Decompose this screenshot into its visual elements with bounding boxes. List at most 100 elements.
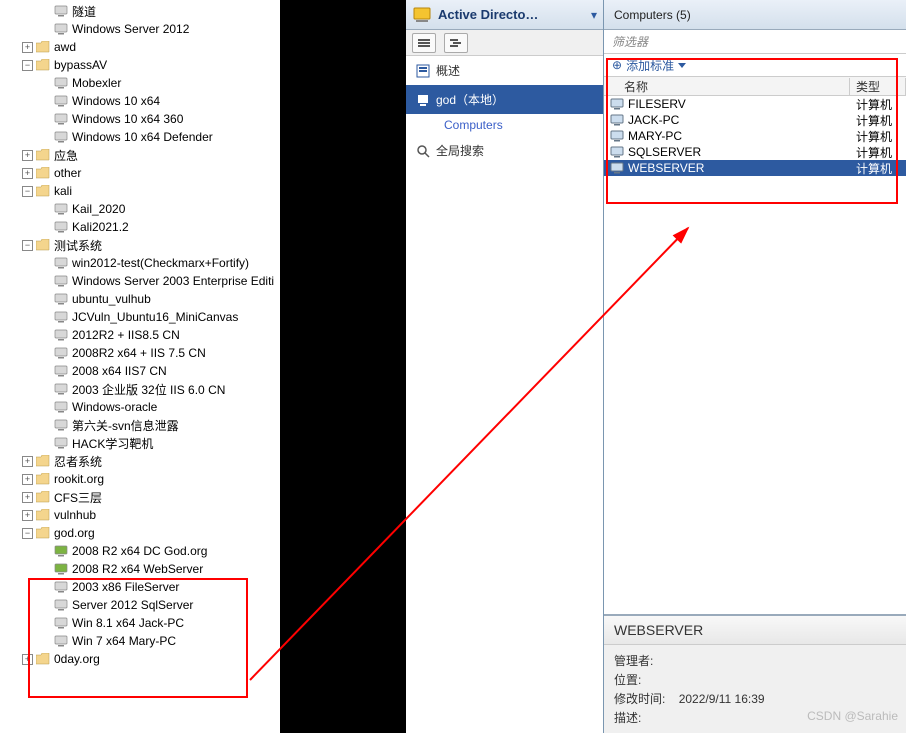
folder-icon [36,491,50,503]
row-name: FILESERV [628,97,686,111]
table-row[interactable]: WEBSERVER计算机 [604,160,906,176]
detail-manager-label: 管理者: [614,654,653,668]
tree-item[interactable]: −测试系统 [0,236,280,254]
row-type: 计算机 [850,96,906,113]
tree-item[interactable]: Windows Server 2003 Enterprise Editi [0,272,280,290]
tree-spacer [40,600,51,611]
table-row[interactable]: JACK-PC计算机 [604,112,906,128]
tree-item-label: 2003 x86 FileServer [72,580,179,594]
collapse-icon[interactable]: − [22,186,33,197]
tree-item[interactable]: Windows-oracle [0,398,280,416]
tree-item[interactable]: − kali [0,182,280,200]
tree-item-label: kali [54,184,72,198]
tree-item-label: ubuntu_vulhub [72,292,151,306]
tree-item-label: rookit.org [54,472,104,486]
tree-item[interactable]: −bypassAV [0,56,280,74]
row-name: WEBSERVER [628,161,704,175]
expand-icon[interactable]: + [22,150,33,161]
tree-view-icon[interactable] [444,33,468,53]
expand-icon[interactable]: + [22,168,33,179]
vm-icon [54,347,68,359]
expand-icon[interactable]: + [22,510,33,521]
nav-domain[interactable]: god（本地） [406,85,603,114]
folder-icon [36,167,50,179]
tree-item-label: Server 2012 SqlServer [72,598,193,612]
add-criteria-button[interactable]: ⊕ 添加标准 [604,54,906,76]
tree-spacer [40,384,51,395]
tree-item[interactable]: 2008R2 x64 + IIS 7.5 CN [0,344,280,362]
tree-item-label: Windows-oracle [72,400,157,414]
tree-item[interactable]: 2008 x64 IIS7 CN [0,362,280,380]
tree-item[interactable]: Mobexler [0,74,280,92]
vm-icon [54,599,68,611]
tree-item[interactable]: Kali2021.2 [0,218,280,236]
tree-item-label: 2012R2 + IIS8.5 CN [72,328,180,342]
vm-icon [54,131,68,143]
expand-icon[interactable]: + [22,456,33,467]
ad-nav-toolbar [406,30,603,56]
nav-global-search[interactable]: 全局搜索 [406,136,603,165]
ad-nav-header: Active Directo… ▾ [406,0,603,30]
tree-item[interactable]: −god.org [0,524,280,542]
tree-item[interactable]: +other [0,164,280,182]
vm-icon [54,419,68,431]
tree-item-label: 隧道 [72,3,96,20]
tree-item[interactable]: JCVuln_Ubuntu16_MiniCanvas [0,308,280,326]
tree-item[interactable]: +应急 [0,146,280,164]
tree-item[interactable]: HACK学习靶机 [0,434,280,452]
tree-item[interactable]: Windows 10 x64 Defender [0,128,280,146]
table-row[interactable]: SQLSERVER计算机 [604,144,906,160]
tree-item[interactable]: 第六关-svn信息泄露 [0,416,280,434]
tree-item[interactable]: + rookit.org [0,470,280,488]
table-row[interactable]: MARY-PC计算机 [604,128,906,144]
tree-item-label: win2012-test(Checkmarx+Fortify) [72,256,249,270]
tree-item[interactable]: +忍者系统 [0,452,280,470]
tree-item[interactable]: +vulnhub [0,506,280,524]
tree-item[interactable]: Server 2012 SqlServer [0,596,280,614]
tree-item[interactable]: Win 7 x64 Mary-PC [0,632,280,650]
tree-spacer [40,582,51,593]
tree-item[interactable]: +CFS三层 [0,488,280,506]
tree-item[interactable]: Kail_2020 [0,200,280,218]
tree-item-label: Windows 10 x64 360 [72,112,183,126]
tree-item[interactable]: 2008 R2 x64 WebServer [0,560,280,578]
tree-spacer [40,366,51,377]
tree-spacer [40,294,51,305]
chevron-down-icon[interactable]: ▾ [591,8,597,22]
expand-icon[interactable]: + [22,492,33,503]
filter-input[interactable]: 筛选器 [604,30,906,54]
tree-item[interactable]: 2003 x86 FileServer [0,578,280,596]
folder-icon [36,239,50,251]
tree-item[interactable]: 2012R2 + IIS8.5 CN [0,326,280,344]
tree-item[interactable]: win2012-test(Checkmarx+Fortify) [0,254,280,272]
expand-icon[interactable]: + [22,474,33,485]
tree-item[interactable]: 2008 R2 x64 DC God.org [0,542,280,560]
collapse-icon[interactable]: − [22,60,33,71]
vm-icon [54,437,68,449]
collapse-icon[interactable]: − [22,240,33,251]
folder-icon [36,59,50,71]
nav-overview[interactable]: 概述 [406,56,603,85]
tree-spacer [40,96,51,107]
tree-item[interactable]: 隧道 [0,2,280,20]
collapse-icon[interactable]: − [22,528,33,539]
tree-item[interactable]: Windows Server 2012 [0,20,280,38]
list-view-icon[interactable] [412,33,436,53]
folder-icon [36,149,50,161]
col-type[interactable]: 类型 [850,78,906,95]
expand-icon[interactable]: + [22,42,33,53]
col-name[interactable]: 名称 [604,78,850,95]
tree-spacer [40,24,51,35]
tree-item[interactable]: +awd [0,38,280,56]
tree-item-label: 2008 R2 x64 WebServer [72,562,203,576]
nav-computers[interactable]: Computers [406,114,603,136]
tree-item[interactable]: +0day.org [0,650,280,668]
tree-item[interactable]: Windows 10 x64 [0,92,280,110]
add-criteria-label: 添加标准 [626,57,674,74]
table-row[interactable]: FILESERV 计算机 [604,96,906,112]
tree-item[interactable]: Windows 10 x64 360 [0,110,280,128]
tree-item[interactable]: Win 8.1 x64 Jack-PC [0,614,280,632]
tree-item[interactable]: ubuntu_vulhub [0,290,280,308]
expand-icon[interactable]: + [22,654,33,665]
tree-item[interactable]: 2003 企业版 32位 IIS 6.0 CN [0,380,280,398]
